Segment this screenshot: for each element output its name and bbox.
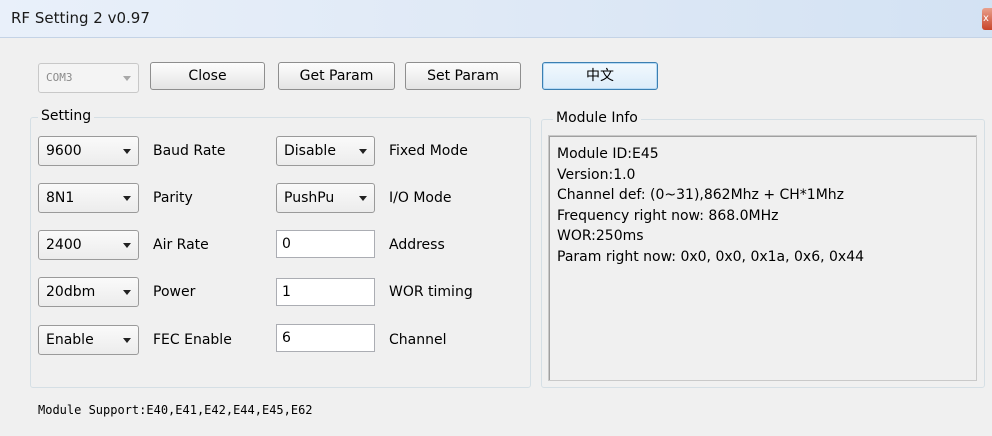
chevron-down-icon (123, 196, 131, 201)
baud-rate-value: 9600 (46, 143, 82, 159)
module-info-line: Frequency right now: 868.0MHz (557, 207, 779, 224)
fec-value: Enable (46, 332, 94, 348)
baud-rate-label: Baud Rate (153, 143, 226, 159)
io-mode-dropdown[interactable]: PushPu (276, 183, 375, 213)
chevron-down-icon (123, 76, 131, 81)
power-value: 20dbm (46, 284, 96, 300)
air-rate-label: Air Rate (153, 237, 209, 253)
com-port-value: COM3 (46, 71, 73, 84)
window-close-button[interactable]: x (982, 8, 992, 30)
window-title: RF Setting 2 v0.97 (11, 9, 150, 27)
wor-timing-label: WOR timing (389, 284, 473, 300)
power-dropdown[interactable]: 20dbm (38, 277, 139, 307)
parity-label: Parity (153, 190, 193, 206)
module-info-text: Module ID:E45 Version:1.0 Channel def: (… (548, 135, 977, 381)
module-info-line: WOR:250ms (557, 228, 644, 244)
fec-label: FEC Enable (153, 332, 232, 348)
language-button[interactable]: 中文 (542, 62, 658, 90)
address-input[interactable]: 0 (276, 230, 375, 258)
module-info-line: Param right now: 0x0, 0x0, 0x1a, 0x6, 0x… (557, 248, 865, 265)
wor-timing-input[interactable]: 1 (276, 278, 375, 306)
parity-value: 8N1 (46, 190, 75, 206)
chevron-down-icon (359, 196, 367, 201)
chevron-down-icon (359, 149, 367, 154)
set-param-button[interactable]: Set Param (405, 62, 521, 90)
fixed-mode-dropdown[interactable]: Disable (276, 136, 375, 166)
chevron-down-icon (123, 243, 131, 248)
chevron-down-icon (123, 149, 131, 154)
parity-dropdown[interactable]: 8N1 (38, 183, 139, 213)
air-rate-dropdown[interactable]: 2400 (38, 230, 139, 260)
baud-rate-dropdown[interactable]: 9600 (38, 136, 139, 166)
fixed-mode-value: Disable (284, 143, 336, 159)
channel-input[interactable]: 6 (276, 324, 375, 352)
module-info-line: Module ID:E45 (557, 146, 659, 162)
module-info-title: Module Info (553, 109, 641, 127)
title-bar: RF Setting 2 v0.97 x (0, 0, 992, 38)
fixed-mode-label: Fixed Mode (389, 143, 468, 159)
io-mode-label: I/O Mode (389, 190, 452, 206)
io-mode-value: PushPu (284, 190, 335, 206)
setting-group-title: Setting (38, 107, 95, 125)
chevron-down-icon (123, 338, 131, 343)
address-label: Address (389, 237, 445, 253)
close-port-button[interactable]: Close (150, 62, 265, 90)
module-support-text: Module Support:E40,E41,E42,E44,E45,E62 (38, 403, 313, 417)
fec-dropdown[interactable]: Enable (38, 325, 139, 355)
air-rate-value: 2400 (46, 237, 82, 253)
main-panel: COM3 Close Get Param Set Param 中文 Settin… (0, 38, 992, 436)
com-port-dropdown[interactable]: COM3 (38, 63, 139, 93)
channel-label: Channel (389, 332, 447, 348)
module-info-line: Channel def: (0~31),862Mhz + CH*1Mhz (557, 187, 845, 203)
module-info-line: Version:1.0 (557, 166, 636, 183)
chevron-down-icon (123, 290, 131, 295)
get-param-button[interactable]: Get Param (278, 62, 395, 90)
power-label: Power (153, 284, 196, 300)
